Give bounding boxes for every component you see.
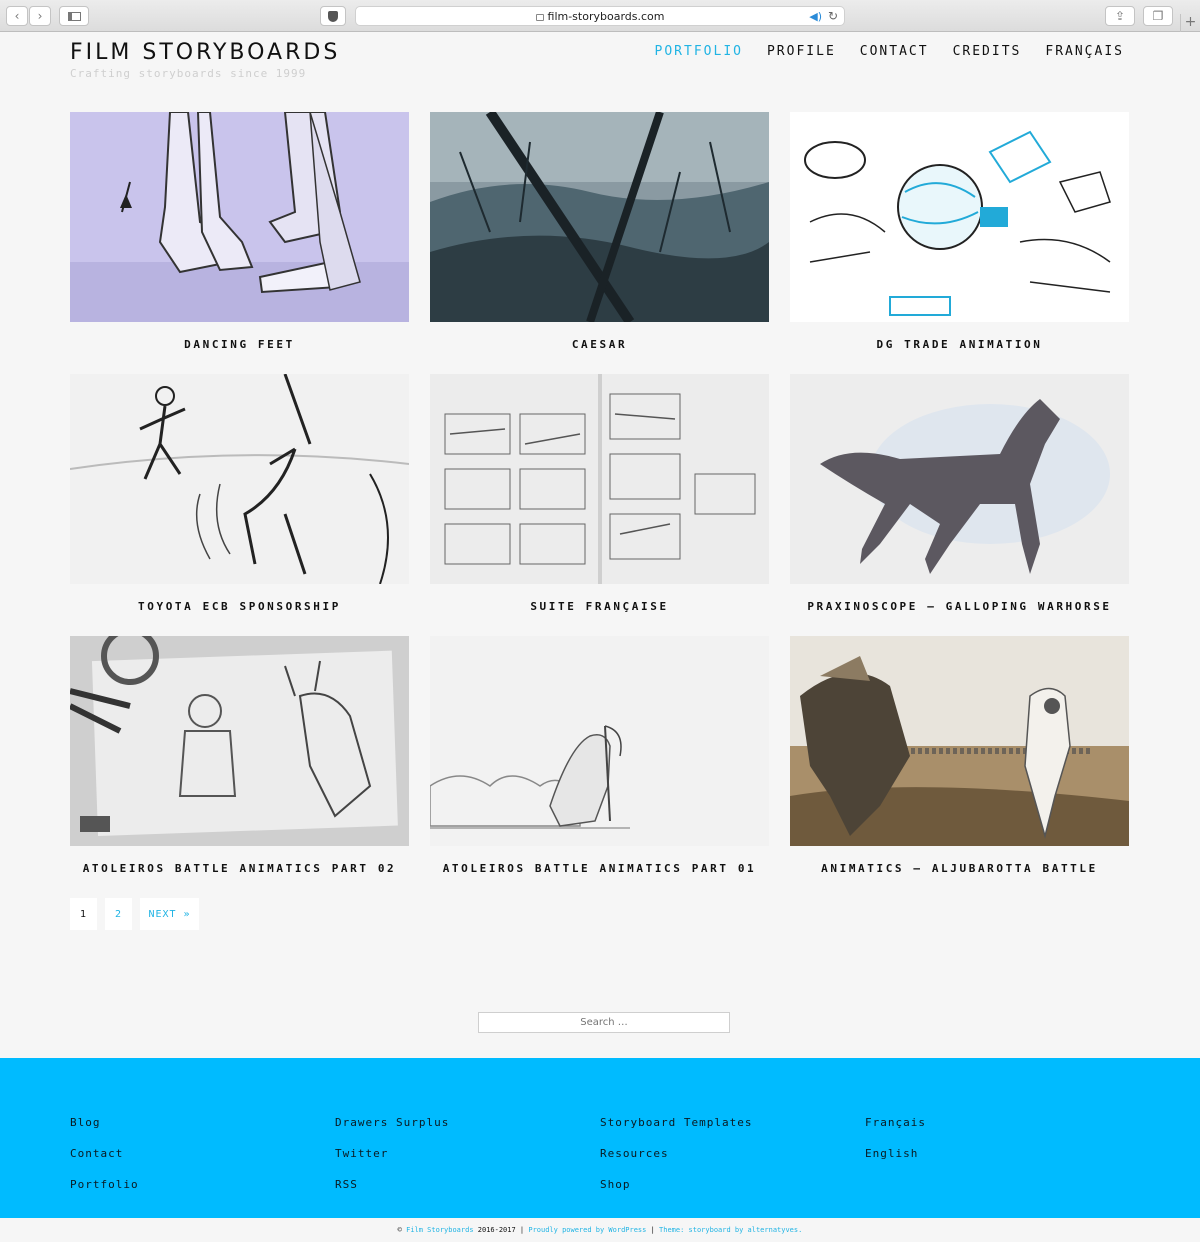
address-bar[interactable]: film-storyboards.com ◀) ↻	[355, 6, 845, 26]
portfolio-item-title[interactable]: PRAXINOSCOPE – GALLOPING WARHORSE	[790, 600, 1129, 613]
footer-link-blog[interactable]: Blog	[70, 1116, 139, 1147]
lock-icon	[535, 13, 544, 21]
pagination: 1 2 NEXT »	[70, 898, 199, 930]
portfolio-thumbnail-dg-trade[interactable]	[790, 112, 1129, 322]
browser-toolbar: ‹ › film-storyboards.com ◀) ↻ ⇪ ❐ +	[0, 0, 1200, 32]
portfolio-thumbnail-dancing-feet[interactable]	[70, 112, 409, 322]
share-button[interactable]: ⇪	[1105, 6, 1135, 26]
back-icon: ‹	[14, 9, 20, 23]
forward-button[interactable]: ›	[29, 6, 51, 26]
forward-icon: ›	[37, 9, 43, 23]
footer-link-english[interactable]: English	[865, 1147, 926, 1178]
copyright-separator: |	[650, 1226, 655, 1234]
new-tab-icon: +	[1184, 14, 1197, 30]
copyright-site-link[interactable]: Film Storyboards	[406, 1226, 473, 1234]
url-text: film-storyboards.com	[547, 9, 665, 23]
tabs-button[interactable]: ❐	[1143, 6, 1173, 26]
portfolio-thumbnail-toyota[interactable]	[70, 374, 409, 584]
share-icon: ⇪	[1114, 9, 1126, 23]
footer-column: Storyboard Templates Resources Shop	[600, 1116, 752, 1209]
copyright-separator: |	[519, 1226, 525, 1234]
tabs-icon: ❐	[1152, 9, 1164, 23]
footer-link-francais[interactable]: Français	[865, 1116, 926, 1147]
portfolio-item[interactable]: ANIMATICS – ALJUBAROTTA BATTLE	[790, 636, 1129, 875]
portfolio-item[interactable]: TOYOTA ECB SPONSORSHIP	[70, 374, 409, 613]
footer-link-drawers-surplus[interactable]: Drawers Surplus	[335, 1116, 449, 1147]
portfolio-thumbnail-praxinoscope[interactable]	[790, 374, 1129, 584]
page-2[interactable]: 2	[105, 898, 132, 930]
page-1[interactable]: 1	[70, 898, 97, 930]
main-nav: PORTFOLIO PROFILE CONTACT CREDITS FRANÇA…	[655, 44, 1124, 59]
footer-column: Blog Contact Portfolio	[70, 1116, 139, 1209]
portfolio-thumbnail-caesar[interactable]	[430, 112, 769, 322]
nav-credits[interactable]: CREDITS	[953, 44, 1022, 59]
new-tab-button[interactable]: +	[1180, 14, 1200, 32]
wordpress-link[interactable]: Proudly powered by WordPress	[528, 1226, 646, 1234]
copyright-symbol: ©	[397, 1226, 402, 1234]
site-footer: Blog Contact Portfolio Drawers Surplus T…	[0, 1058, 1200, 1218]
copyright-bar: © Film Storyboards 2016-2017 | Proudly p…	[0, 1218, 1200, 1242]
footer-link-rss[interactable]: RSS	[335, 1178, 449, 1209]
portfolio-item[interactable]: DG TRADE ANIMATION	[790, 112, 1129, 351]
footer-link-shop[interactable]: Shop	[600, 1178, 752, 1209]
portfolio-item[interactable]: SUITE FRANÇAISE	[430, 374, 769, 613]
nav-francais[interactable]: FRANÇAIS	[1045, 44, 1124, 59]
sidebar-button[interactable]	[59, 6, 89, 26]
nav-contact[interactable]: CONTACT	[860, 44, 929, 59]
shield-icon	[328, 10, 338, 22]
portfolio-thumbnail-atoleiros-01[interactable]	[430, 636, 769, 846]
portfolio-thumbnail-atoleiros-02[interactable]	[70, 636, 409, 846]
portfolio-thumbnail-aljubarotta[interactable]	[790, 636, 1129, 846]
copyright-years: 2016-2017	[477, 1226, 516, 1234]
footer-link-storyboard-templates[interactable]: Storyboard Templates	[600, 1116, 752, 1147]
footer-link-contact[interactable]: Contact	[70, 1147, 139, 1178]
portfolio-item-title[interactable]: TOYOTA ECB SPONSORSHIP	[70, 600, 409, 613]
theme-link[interactable]: Theme: storyboard by alternatyves.	[659, 1226, 802, 1234]
back-button[interactable]: ‹	[6, 6, 28, 26]
nav-profile[interactable]: PROFILE	[767, 44, 836, 59]
portfolio-item[interactable]: ATOLEIROS BATTLE ANIMATICS PART 01	[430, 636, 769, 875]
portfolio-item[interactable]: PRAXINOSCOPE – GALLOPING WARHORSE	[790, 374, 1129, 613]
portfolio-item[interactable]: ATOLEIROS BATTLE ANIMATICS PART 02	[70, 636, 409, 875]
search-input[interactable]	[478, 1012, 730, 1033]
portfolio-item[interactable]: CAESAR	[430, 112, 769, 351]
footer-link-portfolio[interactable]: Portfolio	[70, 1178, 139, 1209]
portfolio-item-title[interactable]: DG TRADE ANIMATION	[790, 338, 1129, 351]
site-tagline: Crafting storyboards since 1999	[70, 67, 307, 80]
portfolio-item-title[interactable]: CAESAR	[430, 338, 769, 351]
portfolio-thumbnail-suite-francaise[interactable]	[430, 374, 769, 584]
nav-portfolio[interactable]: PORTFOLIO	[655, 44, 743, 59]
footer-column: Drawers Surplus Twitter RSS	[335, 1116, 449, 1209]
portfolio-item-title[interactable]: SUITE FRANÇAISE	[430, 600, 769, 613]
next-page-link[interactable]: NEXT »	[140, 898, 199, 930]
site-title[interactable]: FILM STORYBOARDS	[70, 40, 340, 65]
footer-link-twitter[interactable]: Twitter	[335, 1147, 449, 1178]
footer-column: Français English	[865, 1116, 926, 1178]
portfolio-item-title[interactable]: DANCING FEET	[70, 338, 409, 351]
portfolio-item-title[interactable]: ANIMATICS – ALJUBAROTTA BATTLE	[790, 862, 1129, 875]
portfolio-item-title[interactable]: ATOLEIROS BATTLE ANIMATICS PART 01	[430, 862, 769, 875]
footer-link-resources[interactable]: Resources	[600, 1147, 752, 1178]
portfolio-item[interactable]: DANCING FEET	[70, 112, 409, 351]
reload-icon[interactable]: ↻	[828, 9, 838, 23]
audio-icon[interactable]: ◀)	[809, 10, 822, 23]
portfolio-item-title[interactable]: ATOLEIROS BATTLE ANIMATICS PART 02	[70, 862, 409, 875]
sidebar-icon	[67, 11, 81, 21]
ublock-button[interactable]	[320, 6, 346, 26]
